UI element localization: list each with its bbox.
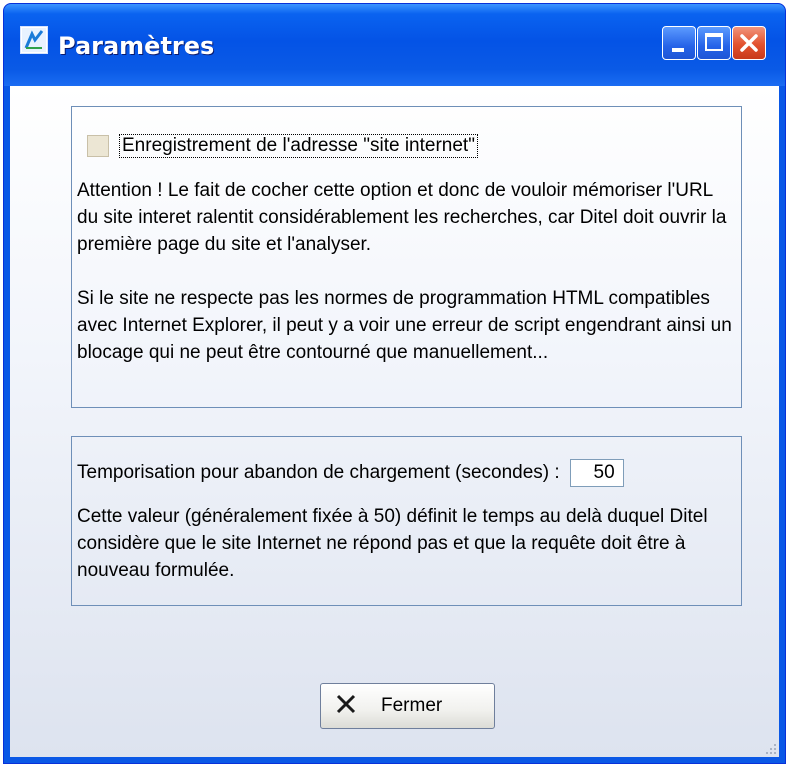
save-address-option[interactable]: Enregistrement de l'adresse "site intern… xyxy=(87,132,478,160)
close-button-label: Fermer xyxy=(381,695,443,716)
minimize-button[interactable] xyxy=(662,26,696,60)
timeout-input[interactable] xyxy=(569,459,624,487)
close-window-button[interactable] xyxy=(732,26,766,60)
app-icon xyxy=(20,26,48,54)
x-icon xyxy=(335,693,357,720)
settings-window: Paramètres Enregistrement de l'adresse "… xyxy=(3,3,786,764)
warning-text: Attention ! Le fait de cocher cette opti… xyxy=(77,180,727,255)
save-address-checkbox[interactable] xyxy=(87,135,109,157)
timeout-row: Temporisation pour abandon de chargement… xyxy=(77,457,624,489)
timeout-group: Temporisation pour abandon de chargement… xyxy=(71,436,742,606)
timeout-label: Temporisation pour abandon de chargement… xyxy=(77,462,560,483)
timeout-description: Cette valeur (généralement fixée à 50) d… xyxy=(77,506,708,581)
close-icon xyxy=(733,27,765,59)
maximize-button[interactable] xyxy=(697,26,731,60)
window-title: Paramètres xyxy=(58,32,215,60)
internet-address-group: Enregistrement de l'adresse "site intern… xyxy=(71,106,742,408)
script-error-text: Si le site ne respecte pas les normes de… xyxy=(77,288,732,363)
save-address-label[interactable]: Enregistrement de l'adresse "site intern… xyxy=(119,134,478,158)
close-button[interactable]: Fermer xyxy=(320,683,495,729)
dialog-body: Enregistrement de l'adresse "site intern… xyxy=(10,86,779,757)
title-bar[interactable]: Paramètres xyxy=(4,4,785,86)
resize-grip-icon[interactable] xyxy=(763,741,777,755)
maximize-icon xyxy=(705,33,723,51)
minimize-icon xyxy=(672,48,684,52)
